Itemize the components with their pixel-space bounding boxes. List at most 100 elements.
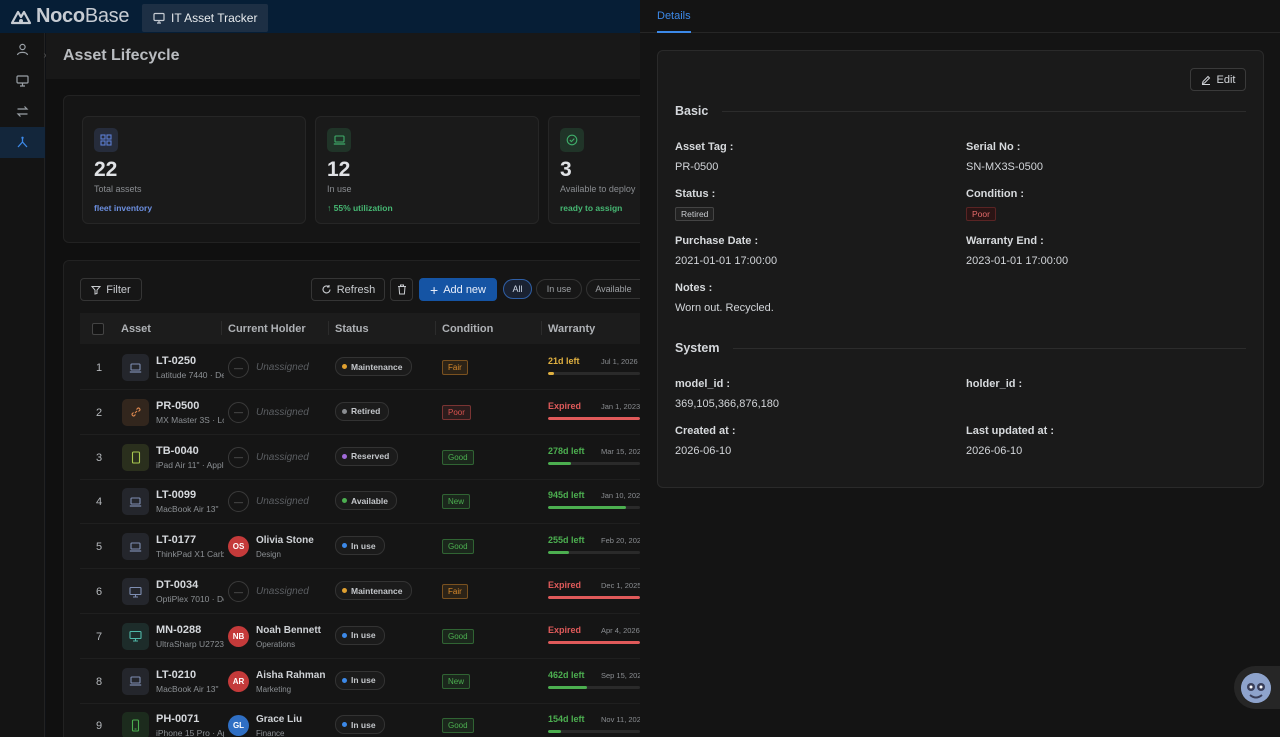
refresh-button[interactable]: Refresh: [311, 278, 385, 301]
condition-tag: Fair: [442, 584, 468, 599]
warranty-bar-fill: [548, 730, 561, 734]
stat-value: 22: [94, 158, 118, 181]
table-row[interactable]: 1 LT-0250 Latitude 7440 · Dell — Unassig…: [80, 345, 640, 390]
status-dot: [342, 543, 347, 549]
model-id-value: 369,105,366,876,180: [675, 398, 779, 410]
asset-model: MacBook Air 13": [156, 504, 219, 515]
warranty-left: Expired: [548, 624, 582, 635]
asset-tag[interactable]: PH-0071: [156, 713, 199, 725]
warranty-left: 154d left: [548, 714, 585, 725]
asset-tag[interactable]: PR-0500: [156, 400, 199, 412]
asset-model: Latitude 7440 · Dell: [156, 370, 224, 380]
warranty-bar-fill: [548, 551, 570, 555]
avatar: NB: [228, 625, 249, 647]
status-label: Status :: [675, 188, 716, 200]
column-header-status[interactable]: Status: [335, 323, 369, 335]
column-header-condition[interactable]: Condition: [442, 323, 493, 335]
holder-name[interactable]: Olivia Stone: [256, 535, 314, 546]
filter-tab-all[interactable]: All: [503, 279, 532, 299]
table-header: Asset Current Holder Status Condition Wa…: [80, 313, 640, 344]
updated-at-value: 2026-06-10: [966, 445, 1023, 457]
empty-avatar-icon: —: [228, 491, 249, 513]
empty-avatar-icon: —: [228, 581, 249, 602]
holder-name[interactable]: Noah Bennett: [256, 625, 321, 636]
asset-tag[interactable]: TB-0040: [156, 445, 199, 457]
asset-tag-label: Asset Tag :: [675, 141, 734, 153]
add-new-button[interactable]: + Add new: [419, 278, 497, 301]
holder-name[interactable]: Aisha Rahman: [256, 670, 325, 681]
table-row[interactable]: 9 PH-0071 iPhone 15 Pro · Apple GL Grace…: [80, 703, 645, 737]
asset-tag[interactable]: LT-0177: [156, 534, 196, 546]
table-row[interactable]: 7 MN-0288 UltraSharp U2723QE NB Noah Ben…: [80, 614, 640, 659]
refresh-icon: [322, 285, 331, 294]
sidebar: [0, 33, 45, 737]
table-row[interactable]: 2 PR-0500 MX Master 3S · Logitech — Unas…: [80, 390, 640, 435]
warranty-bar-fill: [548, 506, 627, 510]
status-badge: Available: [335, 491, 398, 511]
purchase-date-label: Purchase Date :: [675, 235, 759, 247]
warranty-bar: [548, 506, 640, 510]
holder-name[interactable]: Grace Liu: [256, 714, 302, 725]
edit-label: Edit: [1216, 73, 1236, 86]
table-row[interactable]: 3 TB-0040 iPad Air 11" · Apple — Unassig…: [80, 435, 645, 480]
table-row[interactable]: 8 LT-0210 MacBook Air 13" AR Aisha Rahma…: [80, 659, 646, 704]
warranty-left: 278d left: [548, 445, 585, 456]
warranty-date: Jul 1, 2026: [601, 357, 638, 366]
status-badge: In use: [335, 625, 385, 645]
table-row[interactable]: 6 DT-0034 OptiPlex 7010 · Dell — Unassig…: [80, 569, 641, 614]
refresh-label: Refresh: [336, 283, 376, 296]
app-tab-it-asset-tracker[interactable]: IT Asset Tracker: [142, 4, 269, 32]
column-header-holder[interactable]: Current Holder: [228, 323, 306, 335]
stat-card-0: 22 Total assets fleet inventory: [82, 116, 306, 224]
asset-tag[interactable]: DT-0034: [156, 579, 198, 591]
status-text: In use: [351, 540, 376, 551]
status-badge: Maintenance: [335, 581, 412, 600]
column-header-warranty[interactable]: Warranty: [548, 323, 595, 335]
warranty-date: Apr 4, 2026: [601, 625, 640, 635]
warranty-date: Mar 15, 2027: [601, 446, 646, 456]
logo[interactable]: NocoBase: [0, 5, 142, 28]
select-all-checkbox[interactable]: [92, 322, 104, 335]
laptop-icon: [122, 354, 149, 381]
asset-tag[interactable]: LT-0210: [156, 669, 196, 681]
holder-dept: Design: [256, 550, 281, 560]
empty-avatar-icon: —: [228, 446, 249, 468]
model-id-label: model_id :: [675, 378, 731, 390]
sidebar-item-devices[interactable]: [0, 65, 45, 96]
avatar: OS: [228, 536, 249, 558]
holder-dept: Operations: [256, 639, 296, 649]
sidebar-item-lifecycle[interactable]: [0, 127, 45, 158]
column-header-asset[interactable]: Asset: [121, 323, 151, 335]
condition-tag: Good: [442, 718, 474, 734]
stat-card-1: 12 In use ↑ 55% utilization: [315, 116, 539, 224]
warranty-end-label: Warranty End :: [966, 235, 1044, 247]
asset-tag[interactable]: LT-0250: [156, 355, 196, 367]
created-at-value: 2026-06-10: [675, 445, 732, 457]
filter-tab-in-use[interactable]: In use: [536, 279, 582, 299]
asset-tag[interactable]: MN-0288: [156, 624, 201, 636]
add-new-label: Add new: [443, 283, 486, 296]
status-dot: [342, 632, 347, 638]
drawer-tabs: Details: [640, 0, 1280, 33]
serial-no-label: Serial No :: [966, 141, 1021, 153]
edit-button[interactable]: Edit: [1190, 68, 1246, 91]
status-dot: [342, 722, 347, 728]
condition-tag: New: [442, 494, 471, 510]
warranty-bar-fill: [548, 372, 554, 375]
warranty-bar-fill: [548, 461, 571, 465]
filter-button[interactable]: Filter: [80, 278, 142, 301]
stat-sub: ready to assign: [560, 203, 623, 213]
holder-name: Unassigned: [256, 406, 309, 418]
desktop-icon: [122, 578, 149, 605]
asset-tag[interactable]: LT-0099: [156, 489, 196, 501]
table-row[interactable]: 5 LT-0177 ThinkPad X1 Carbon OS Olivia S…: [80, 524, 645, 570]
tab-details[interactable]: Details: [657, 0, 691, 33]
warranty-bar: [548, 685, 640, 689]
assistant-button[interactable]: [1234, 666, 1280, 709]
condition-tag: Fair: [442, 360, 468, 375]
filter-tab-available[interactable]: Available: [586, 279, 640, 299]
table-row[interactable]: 4 LT-0099 MacBook Air 13" — Unassigned A…: [80, 479, 644, 525]
sidebar-item-transfers[interactable]: [0, 96, 45, 127]
delete-button[interactable]: [390, 278, 413, 301]
stat-sub: fleet inventory: [94, 203, 153, 213]
